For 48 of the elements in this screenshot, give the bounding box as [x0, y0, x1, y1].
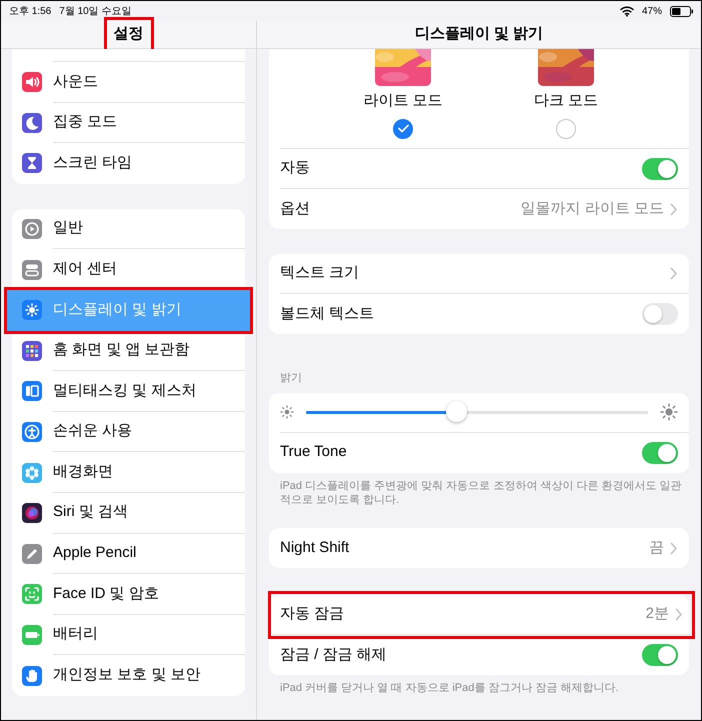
- toggle-switch[interactable]: [642, 303, 678, 325]
- value-label: 끔: [649, 538, 664, 558]
- settings-row[interactable]: 옵션 일몰까지 라이트 모드: [280, 189, 689, 229]
- radio-button[interactable]: [556, 118, 576, 138]
- sidebar-item[interactable]: 집중 모드: [12, 102, 245, 144]
- appearance-label: 라이트 모드: [363, 91, 443, 111]
- settings-row[interactable]: 자동 잠금 2분: [272, 595, 691, 636]
- status-time: 오후 1:56: [9, 4, 52, 18]
- sidebar-item[interactable]: 개인정보 보호 및 보안: [12, 655, 245, 696]
- battery-percentage: 47%: [642, 4, 662, 18]
- footnote: iPad 커버를 닫거나 열 때 자동으로 iPad를 잠그거나 잠금 해제합니다.: [279, 681, 620, 696]
- sidebar-item[interactable]: 홈 화면 및 앱 보관함: [12, 330, 245, 372]
- sidebar-item[interactable]: Siri 및 검색: [12, 492, 245, 534]
- sidebar-item[interactable]: Apple Pencil: [12, 534, 245, 574]
- chevron-icon: [670, 542, 678, 555]
- toggle-switch[interactable]: [642, 644, 678, 666]
- slider-thumb[interactable]: [446, 401, 468, 422]
- setting-label: 자동: [280, 158, 310, 178]
- appearance-label: 다크 모드: [534, 91, 598, 111]
- value-label: 일몰까지 라이트 모드: [520, 198, 664, 219]
- sidebar-item[interactable]: 사운드: [12, 62, 245, 103]
- chevron-icon: [675, 608, 683, 622]
- sidebar-item[interactable]: 손쉬운 사용: [12, 412, 245, 452]
- chevron-icon: [670, 202, 678, 216]
- status-date: 7월 10일 수요일: [59, 4, 132, 18]
- sidebar-item[interactable]: 배경화면: [12, 452, 245, 493]
- dim-sun-icon: [280, 405, 294, 419]
- sidebar-item[interactable]: 배터리: [12, 614, 245, 656]
- sidebar-item[interactable]: 일반: [12, 208, 245, 250]
- chevron-icon: [670, 267, 678, 280]
- sidebar-item[interactable]: 스크린 타임: [12, 143, 245, 184]
- radio-button[interactable]: [393, 118, 413, 138]
- toggle-switch[interactable]: [642, 158, 678, 180]
- sun-icon: [660, 403, 678, 421]
- battery-icon: [670, 6, 693, 16]
- toggle-switch[interactable]: [642, 442, 678, 464]
- value-label: 2분: [646, 604, 669, 624]
- page-title: 디스플레이 및 밝기: [414, 24, 544, 44]
- sidebar-item[interactable]: 멀티태스킹 및 제스처: [12, 371, 245, 412]
- sidebar-item[interactable]: Face ID 및 암호: [12, 574, 245, 615]
- wifi-icon: [620, 5, 634, 17]
- section-header: 밝기: [279, 371, 303, 386]
- settings-row[interactable]: 텍스트 크기: [280, 254, 689, 294]
- checkmark-icon: [398, 124, 408, 133]
- setting-label: 볼드체 텍스트: [280, 304, 374, 324]
- setting-label: True Tone: [280, 442, 347, 462]
- footnote: iPad 디스플레이를 주변광에 맞춰 자동으로 조정하여 색상이 다른 환경에서도 일관적으로 보이도록 합니다.: [279, 478, 683, 508]
- setting-label: 잠금 / 잠금 해제: [280, 644, 387, 665]
